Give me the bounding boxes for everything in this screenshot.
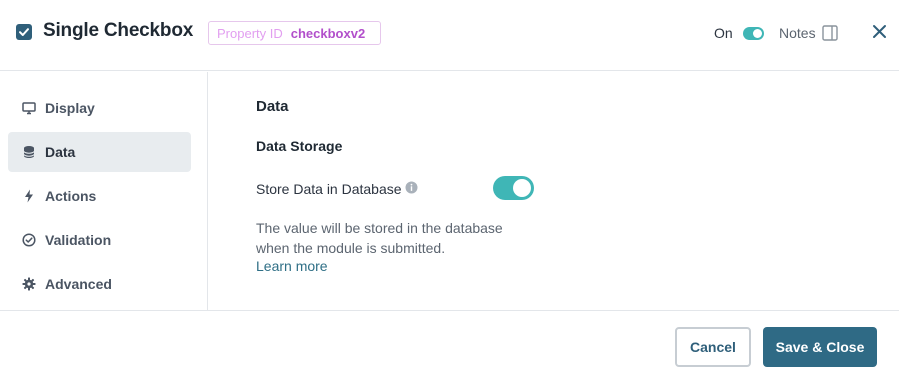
on-toggle[interactable] bbox=[743, 27, 764, 40]
close-icon[interactable] bbox=[872, 24, 887, 39]
info-icon[interactable] bbox=[405, 181, 418, 194]
sidebar-item-validation[interactable]: Validation bbox=[8, 220, 191, 260]
toggle-knob bbox=[753, 29, 762, 38]
help-text: The value will be stored in the database… bbox=[256, 220, 503, 256]
sidebar-item-data[interactable]: Data bbox=[8, 132, 191, 172]
sidebar-item-label: Actions bbox=[45, 188, 97, 204]
modal-title: Single Checkbox bbox=[43, 20, 194, 41]
sidebar-item-label: Data bbox=[45, 144, 76, 160]
cancel-button[interactable]: Cancel bbox=[675, 327, 751, 367]
database-icon bbox=[22, 145, 36, 159]
lightning-icon bbox=[22, 189, 36, 203]
sidebar-item-display[interactable]: Display bbox=[8, 88, 191, 128]
sidebar-item-label: Advanced bbox=[45, 276, 112, 292]
property-id-label: Property ID bbox=[217, 25, 283, 41]
section-title: Data bbox=[256, 98, 289, 115]
store-data-toggle[interactable] bbox=[493, 176, 534, 200]
check-circle-icon bbox=[22, 233, 36, 247]
checkbox-icon bbox=[16, 24, 32, 40]
toggle-knob bbox=[513, 179, 531, 197]
learn-more-link[interactable]: Learn more bbox=[256, 258, 328, 274]
notes-panel-icon[interactable] bbox=[822, 25, 838, 41]
main-panel: Data Data Storage Store Data in Database… bbox=[208, 72, 899, 310]
subsection-title: Data Storage bbox=[256, 138, 343, 154]
save-close-button[interactable]: Save & Close bbox=[763, 327, 877, 367]
gear-icon bbox=[22, 277, 36, 291]
modal-footer: Cancel Save & Close bbox=[0, 310, 899, 377]
modal-header: Single Checkbox Property ID checkboxv2 O… bbox=[0, 0, 899, 71]
sidebar-item-label: Validation bbox=[45, 232, 112, 248]
sidebar: Display Data Actions Validation Advanced bbox=[0, 72, 208, 310]
sidebar-item-advanced[interactable]: Advanced bbox=[8, 264, 191, 304]
on-label: On bbox=[714, 25, 733, 41]
property-id-value: checkboxv2 bbox=[290, 25, 366, 41]
notes-label[interactable]: Notes bbox=[779, 25, 816, 41]
property-id-badge: Property ID checkboxv2 bbox=[208, 21, 381, 45]
sidebar-item-label: Display bbox=[45, 100, 95, 116]
monitor-icon bbox=[22, 101, 36, 115]
store-data-label: Store Data in Database bbox=[256, 181, 402, 197]
sidebar-item-actions[interactable]: Actions bbox=[8, 176, 191, 216]
